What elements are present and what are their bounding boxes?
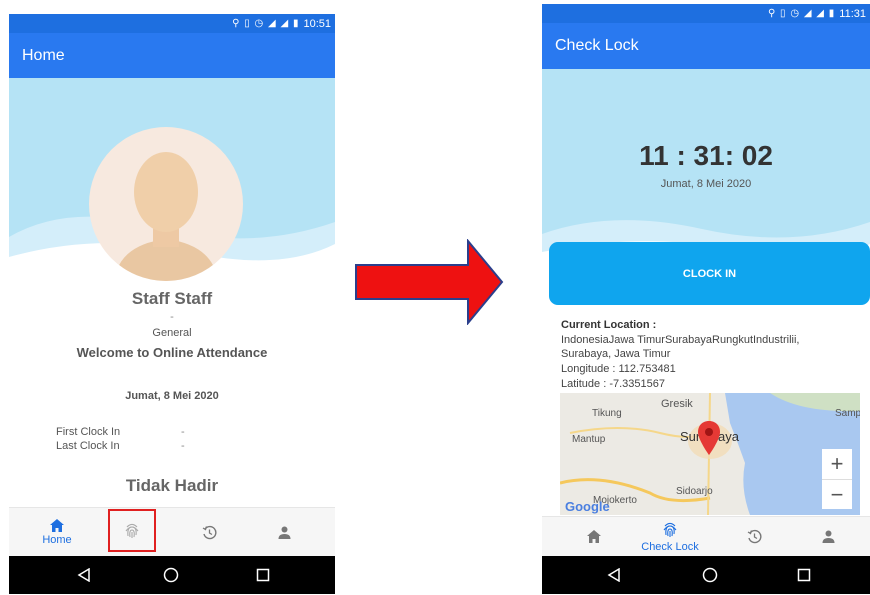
back-button[interactable]: [64, 556, 104, 594]
location-pin-icon: [698, 421, 720, 455]
address-line-2: Surabaya, Jawa Timur: [561, 348, 671, 360]
nav-home[interactable]: [574, 517, 614, 556]
last-clock-label: Last Clock In: [56, 440, 120, 452]
status-icons: ⚲ ▯ ◷ ◢ ◢ ▮: [767, 8, 836, 19]
nav-home-label: Home: [42, 533, 72, 546]
history-icon: [747, 529, 761, 544]
home-system-button[interactable]: [151, 556, 191, 594]
history-icon: [202, 525, 216, 539]
address-line-1: IndonesiaJawa TimurSurabayaRungkutIndust…: [561, 334, 800, 346]
nav-profile[interactable]: [808, 517, 848, 556]
user-name: Staff Staff: [131, 289, 213, 308]
map-label-surabaya-right: aya: [718, 429, 739, 444]
google-logo: Google: [565, 499, 610, 514]
current-date: Jumat, 8 Mei 2020: [125, 390, 219, 402]
app-bar: Home: [9, 33, 335, 78]
red-arrow: [355, 239, 504, 325]
current-date: Jumat, 8 Mei 2020: [660, 178, 752, 190]
location-label: Current Location :: [561, 319, 657, 331]
person-icon: [278, 526, 290, 539]
home-icon: [50, 518, 64, 532]
map-label-sidoarjo: Sidoarjo: [676, 486, 713, 497]
user-subtitle: -: [170, 311, 174, 323]
nav-check-lock[interactable]: Check Lock: [635, 517, 705, 556]
status-time: 10:51: [303, 17, 331, 30]
nav-profile[interactable]: [264, 508, 304, 556]
home-system-button[interactable]: [690, 556, 730, 594]
first-clock-label: First Clock In: [56, 426, 121, 438]
map-label-tikung: Tikung: [592, 408, 622, 419]
fingerprint-icon: [663, 522, 677, 537]
user-department: General: [152, 327, 192, 339]
status-time: 11:31: [839, 7, 866, 20]
bottom-navigation: Home: [9, 507, 335, 556]
last-clock-value: -: [181, 440, 185, 452]
fingerprint-icon: [125, 523, 139, 538]
avatar: [89, 127, 243, 281]
page-title: Check Lock: [555, 37, 639, 54]
bottom-navigation: Check Lock: [542, 516, 870, 556]
map-label-mantup: Mantup: [572, 434, 606, 445]
first-clock-value: -: [181, 426, 185, 438]
zoom-out-button[interactable]: −: [822, 479, 852, 509]
nav-home[interactable]: Home: [29, 508, 85, 556]
square-recents-icon: [256, 568, 270, 582]
circle-home-icon: [702, 567, 718, 583]
status-icons: ⚲ ▯ ◷ ◢ ◢ ▮: [232, 18, 300, 29]
latitude-text: Latitude : -7.3351567: [561, 378, 665, 390]
back-icon: [607, 568, 620, 582]
back-button[interactable]: [594, 556, 634, 594]
map-label-samp: Samp: [835, 408, 860, 419]
recents-button[interactable]: [784, 556, 824, 594]
back-icon: [77, 568, 90, 582]
status-bar: ⚲ ▯ ◷ ◢ ◢ ▮ 10:51: [9, 14, 335, 33]
welcome-text: Welcome to Online Attendance: [76, 345, 268, 360]
clock-display: 11 : 31: 02: [639, 140, 773, 171]
check-lock-screen: ⚲ ▯ ◷ ◢ ◢ ▮ 11:31 Check Lock 11 : 31: 02…: [542, 4, 870, 594]
attendance-status: Tidak Hadir: [125, 476, 219, 495]
nav-history[interactable]: [734, 517, 774, 556]
zoom-in-button[interactable]: +: [822, 449, 852, 479]
home-icon: [587, 530, 601, 543]
nav-check-lock[interactable]: [108, 509, 156, 552]
map-label-gresik: Gresik: [661, 398, 693, 410]
status-bar: ⚲ ▯ ◷ ◢ ◢ ▮ 11:31: [542, 4, 870, 23]
system-navigation-bar: [542, 556, 870, 594]
home-screen: ⚲ ▯ ◷ ◢ ◢ ▮ 10:51 Home Staff Staff - Gen…: [9, 14, 335, 594]
circle-home-icon: [163, 567, 179, 583]
clock-in-label: CLOCK IN: [682, 267, 737, 280]
location-map[interactable]: Gresik Tikung Samp Mantup Sur aya Sidoar…: [560, 393, 860, 515]
page-title: Home: [22, 46, 65, 64]
person-icon: [822, 530, 834, 543]
nav-check-lock-label: Check Lock: [641, 540, 699, 553]
longitude-text: Longitude : 112.753481: [561, 363, 676, 375]
app-bar: Check Lock: [542, 23, 870, 69]
nav-history[interactable]: [189, 508, 229, 556]
square-recents-icon: [797, 568, 811, 582]
clock-in-button[interactable]: CLOCK IN: [549, 242, 870, 305]
recents-button[interactable]: [243, 556, 283, 594]
system-navigation-bar: [9, 556, 335, 594]
